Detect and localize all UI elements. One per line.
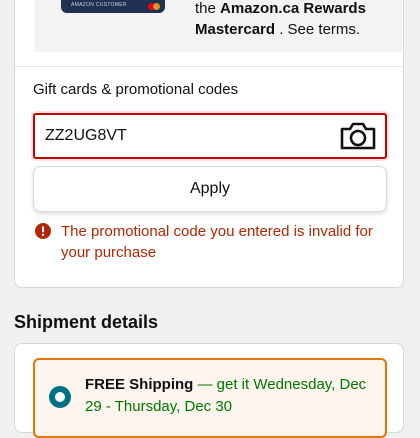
promo-code-field[interactable] [33, 113, 387, 159]
promo-card-name: Amazon.ca Rewards [220, 0, 366, 17]
mastercard-logo-yellow [153, 3, 160, 10]
shipping-option-label: FREE Shipping [85, 376, 194, 393]
shipping-radio-selected[interactable] [49, 386, 71, 408]
promo-line1-prefix: the [195, 0, 216, 17]
promo-text: the Amazon.ca Rewards Mastercard . See t… [195, 0, 395, 40]
see-terms-link[interactable]: . See terms. [275, 21, 360, 38]
promo-card-brand: Mastercard [195, 21, 276, 38]
error-icon [35, 223, 51, 239]
error-message: The promotional code you entered is inva… [61, 223, 373, 261]
credit-card-image: AMAZON CUSTOMER [61, 0, 165, 13]
gift-card-heading: Gift cards & promotional codes [33, 81, 239, 98]
shipping-option-free[interactable]: FREE Shipping — get it Wednesday, Dec 29… [33, 358, 387, 438]
promo-card: AMAZON CUSTOMER the Amazon.ca Rewards Ma… [14, 0, 404, 66]
card-image-text: AMAZON CUSTOMER [71, 2, 127, 8]
shipment-title: Shipment details [14, 312, 159, 332]
promo-banner: AMAZON CUSTOMER the Amazon.ca Rewards Ma… [35, 0, 402, 52]
camera-icon[interactable] [339, 121, 377, 151]
promo-code-input[interactable] [45, 123, 325, 149]
apply-button[interactable]: Apply [33, 166, 387, 212]
shipping-option-text: FREE Shipping — get it Wednesday, Dec 29… [85, 374, 375, 418]
gift-card-section: Gift cards & promotional codes Apply The… [14, 66, 404, 288]
